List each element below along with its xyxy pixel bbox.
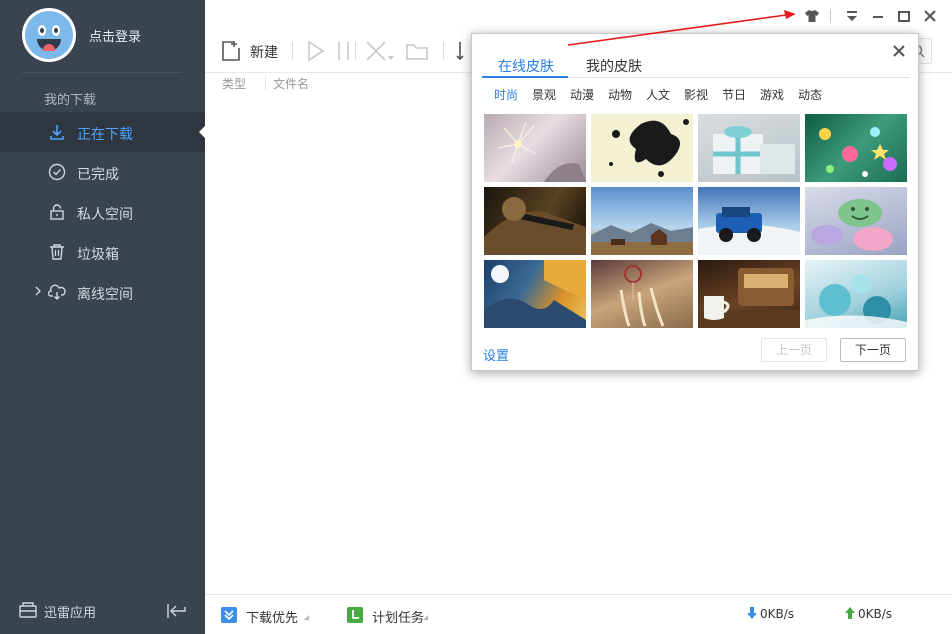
- category-fashion[interactable]: 时尚: [494, 86, 518, 103]
- lock-icon: [50, 204, 64, 220]
- column-filename[interactable]: 文件名: [273, 75, 309, 92]
- caret-icon: [423, 615, 428, 620]
- column-separator: [265, 76, 266, 90]
- download-speed: 0KB/s: [760, 607, 795, 621]
- gift-box-image: [713, 126, 795, 174]
- category-holidays[interactable]: 节日: [722, 86, 746, 103]
- apps-link[interactable]: 迅雷应用: [44, 602, 96, 621]
- skin-thumbnail-christmas-lights[interactable]: [805, 114, 907, 182]
- sidebar-item-label: 私人空间: [77, 207, 133, 223]
- start-play-icon[interactable]: [304, 40, 326, 62]
- minimize-icon[interactable]: [870, 8, 886, 24]
- sidebar-divider: [22, 72, 182, 73]
- cloud-download-icon: [48, 284, 66, 300]
- tab-active-indicator: [482, 76, 568, 78]
- window-controls: [792, 0, 952, 32]
- dreamcatcher-image: [619, 265, 665, 327]
- category-anime[interactable]: 动漫: [570, 86, 594, 103]
- login-link[interactable]: 点击登录: [89, 26, 141, 45]
- jeep-snow-image: [698, 207, 800, 255]
- skin-thumbnail-ornaments[interactable]: [805, 260, 907, 328]
- skin-thumbnail-dreamcatcher[interactable]: [591, 260, 693, 328]
- category-landscape[interactable]: 景观: [532, 86, 556, 103]
- prev-page-button[interactable]: 上一页: [761, 338, 827, 362]
- titlebar-separator: [830, 9, 831, 23]
- smiley-pills-image: [811, 199, 893, 251]
- skin-popup: 在线皮肤 我的皮肤 时尚 景观 动漫 动物 人文 影视 节日 游戏 动态 设置 …: [471, 33, 919, 371]
- upload-speed: 0KB/s: [858, 607, 893, 621]
- schedule-label: 计划任务: [372, 611, 425, 626]
- sidebar-item-downloading[interactable]: 正在下载: [0, 112, 205, 152]
- category-animated[interactable]: 动态: [798, 86, 822, 103]
- skin-thumbnail-smiley-pills[interactable]: [805, 187, 907, 255]
- sidebar-item-label: 离线空间: [77, 287, 133, 303]
- new-task-button[interactable]: 新建: [220, 40, 292, 62]
- section-title-my-downloads: 我的下载: [44, 93, 97, 108]
- collapse-sidebar-icon[interactable]: [166, 602, 188, 620]
- avatar-face-icon: [25, 11, 73, 59]
- avatar[interactable]: [22, 8, 76, 62]
- apps-icon[interactable]: [18, 600, 38, 620]
- tab-my-skins[interactable]: 我的皮肤: [586, 56, 642, 76]
- sidebar-item-label: 已完成: [77, 167, 119, 183]
- soldier-rifle-image: [484, 197, 586, 255]
- chevron-right-icon[interactable]: [33, 285, 43, 297]
- close-icon[interactable]: [892, 44, 906, 58]
- upload-speed-icon: [845, 607, 855, 619]
- category-movies[interactable]: 影视: [684, 86, 708, 103]
- skin-thumbnail-sparkler[interactable]: [484, 114, 586, 182]
- open-folder-icon[interactable]: [405, 40, 429, 62]
- priority-icon: [221, 607, 237, 623]
- menu-dropdown-icon[interactable]: [844, 8, 860, 24]
- skin-thumbnail-radio-cup[interactable]: [698, 260, 800, 328]
- sidebar-item-label: 正在下载: [77, 127, 133, 143]
- toolbar-separator: [443, 42, 444, 60]
- skin-thumbnail-gift[interactable]: [698, 114, 800, 182]
- pause-icon[interactable]: [335, 40, 353, 62]
- maximize-icon[interactable]: [896, 8, 912, 24]
- category-games[interactable]: 游戏: [760, 86, 784, 103]
- trash-icon: [50, 244, 64, 260]
- category-culture[interactable]: 人文: [646, 86, 670, 103]
- christmas-ornaments-image: [805, 274, 907, 328]
- column-type[interactable]: 类型: [222, 75, 246, 92]
- sidebar-item-private-space[interactable]: 私人空间: [0, 192, 205, 232]
- category-animals[interactable]: 动物: [608, 86, 632, 103]
- priority-label: 下载优先: [246, 611, 299, 626]
- ink-splash-image: [609, 119, 689, 177]
- download-icon: [50, 125, 64, 140]
- christmas-lights-image: [819, 127, 897, 177]
- caret-icon: [304, 615, 309, 620]
- skin-thumbnail-jeep[interactable]: [698, 187, 800, 255]
- schedule-clock-icon: [347, 607, 363, 623]
- toolbar-separator: [355, 42, 356, 60]
- skin-shirt-icon[interactable]: [804, 8, 820, 24]
- sparkler-image: [497, 121, 586, 182]
- tab-online-skins[interactable]: 在线皮肤: [498, 56, 554, 76]
- new-task-label: 新建: [250, 45, 278, 61]
- skin-thumbnail-splash[interactable]: [591, 114, 693, 182]
- sidebar: 点击登录 我的下载 正在下载 已完成 私人空间 垃圾箱 离线空间 迅雷应用: [0, 0, 205, 634]
- moon-anime-image: [484, 260, 586, 328]
- skin-thumbnail-barn[interactable]: [591, 187, 693, 255]
- download-speed-icon: [747, 607, 757, 619]
- skin-thumbnail-soldier[interactable]: [484, 187, 586, 255]
- skin-thumbnail-moon-anime[interactable]: [484, 260, 586, 328]
- sidebar-item-trash[interactable]: 垃圾箱: [0, 232, 205, 272]
- sort-icon[interactable]: [455, 40, 471, 62]
- close-window-icon[interactable]: [922, 8, 938, 24]
- sidebar-item-label: 垃圾箱: [77, 247, 119, 263]
- barn-landscape-image: [591, 223, 693, 255]
- sidebar-item-offline-space[interactable]: 离线空间: [0, 272, 205, 312]
- status-bar: 下载优先 计划任务 0KB/s 0KB/s: [205, 594, 952, 634]
- sidebar-footer: 迅雷应用: [0, 590, 205, 634]
- radio-coffee-image: [698, 268, 800, 328]
- delete-icon[interactable]: [365, 40, 395, 62]
- check-circle-icon: [48, 163, 66, 181]
- new-file-icon: [222, 41, 240, 61]
- sidebar-item-completed[interactable]: 已完成: [0, 152, 205, 192]
- settings-link[interactable]: 设置: [483, 345, 509, 364]
- toolbar-separator: [292, 42, 293, 60]
- next-page-button[interactable]: 下一页: [840, 338, 906, 362]
